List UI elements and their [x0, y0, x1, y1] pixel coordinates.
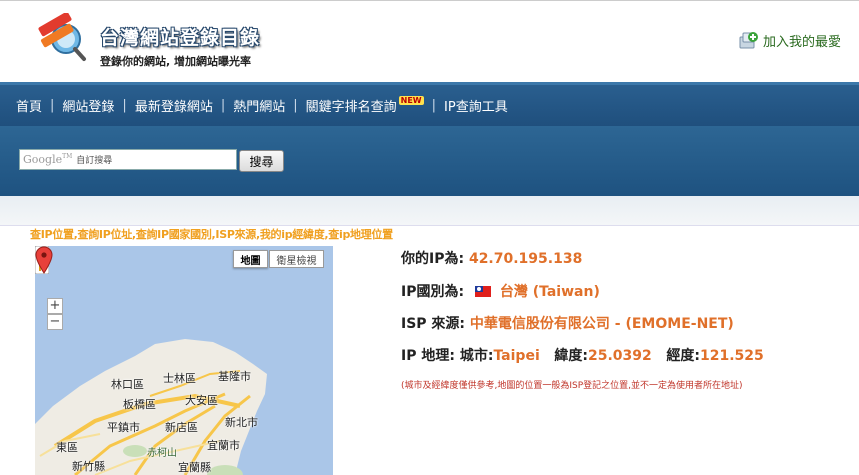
latitude-label: 緯度:	[554, 348, 588, 364]
isp-value: 中華電信股份有限公司 - (EMOME-NET)	[469, 316, 734, 332]
page-tagline: 查IP位置,查詢IP位址,查詢IP國家國別,ISP來源,我的ip經緯度,查ip地…	[30, 228, 393, 241]
nav-keyword-ranking[interactable]: 關鍵字排名查詢 NEW	[306, 96, 424, 115]
city-label: 城市:	[459, 348, 494, 364]
add-favorite-label: 加入我的最愛	[762, 34, 841, 50]
nav-separator: |	[50, 98, 55, 113]
map-label: 宜蘭縣	[178, 461, 211, 474]
disclaimer-note: (城市及經緯度僅供參考,地圖的位置一般為ISP登記之位置,並不一定為使用者所在地…	[401, 381, 743, 391]
taiwan-flag-icon	[474, 286, 491, 297]
nav-separator: |	[431, 98, 437, 113]
city-value: Taipei	[493, 348, 540, 364]
zoom-out-button[interactable]: −	[47, 314, 63, 330]
search-button[interactable]: 搜尋	[239, 150, 284, 172]
map-label: 士林區	[163, 372, 196, 385]
location-map[interactable]: 地圖 衛星檢視 + − 林口區 士林區 基隆市 板橋區 大安區 新北市 平鎮市 …	[35, 246, 333, 475]
search-placeholder: 自訂搜尋	[76, 156, 113, 166]
ip-address-label: 你的IP為:	[401, 251, 465, 267]
map-label: 平鎮市	[107, 421, 140, 434]
site-subtitle: 登錄你的網站, 增加網站曝光率	[100, 55, 252, 68]
google-logo: GoogleTM	[23, 153, 73, 166]
map-label: 基隆市	[218, 370, 251, 383]
map-label: 新店區	[165, 421, 198, 434]
search-band: GoogleTM 自訂搜尋 搜尋	[0, 126, 859, 196]
nav-latest-sites[interactable]: 最新登錄網站	[135, 96, 213, 115]
map-label: 新北市	[225, 416, 258, 429]
map-label: 宜蘭市	[207, 439, 240, 452]
map-label: 板橋區	[123, 398, 156, 411]
satellite-view-button[interactable]: 衛星檢視	[269, 250, 324, 268]
google-search-input[interactable]: GoogleTM 自訂搜尋	[19, 149, 237, 170]
location-pin-icon[interactable]	[35, 246, 53, 274]
longitude-label: 經度:	[666, 348, 700, 364]
ip-country-label: IP國別為:	[401, 284, 465, 300]
map-label: 赤柯山	[147, 448, 177, 459]
map-view-button[interactable]: 地圖	[233, 250, 268, 268]
site-title[interactable]: 台灣網站登錄目錄	[100, 23, 260, 50]
site-header: 台灣網站登錄目錄 登錄你的網站, 增加網站曝光率 加入我的最愛	[0, 0, 859, 82]
map-label: 林口區	[111, 378, 144, 391]
map-label: 大安區	[185, 394, 218, 407]
main-nav-bar: 首頁 | 網站登錄 | 最新登錄網站 | 熱門網站 | 關鍵字排名查詢 NEW |…	[0, 82, 859, 126]
ip-country-value: 台灣 (Taiwan)	[499, 284, 600, 300]
add-favorite-icon	[739, 32, 758, 49]
map-label: 新竹縣	[72, 460, 105, 473]
new-badge: NEW	[398, 96, 424, 105]
nav-ip-lookup[interactable]: IP查詢工具	[444, 96, 508, 115]
isp-row: ISP 來源: 中華電信股份有限公司 - (EMOME-NET)	[401, 313, 734, 333]
nav-keyword-ranking-label: 關鍵字排名查詢	[305, 100, 397, 115]
nav-site-submit[interactable]: 網站登錄	[62, 96, 114, 115]
ip-address-value: 42.70.195.138	[468, 251, 583, 267]
nav-popular-sites[interactable]: 熱門網站	[233, 96, 285, 115]
latitude-value: 25.0392	[587, 348, 652, 364]
ip-country-row: IP國別為: 台灣 (Taiwan)	[401, 281, 600, 301]
gray-divider-band	[0, 196, 859, 226]
zoom-in-button[interactable]: +	[47, 298, 63, 314]
add-favorite-link[interactable]: 加入我的最愛	[737, 29, 841, 51]
seo-friendly-logo-icon[interactable]	[36, 13, 90, 63]
ip-geo-label: IP 地理:	[401, 348, 455, 364]
map-label: 東區	[56, 441, 78, 454]
nav-separator: |	[293, 98, 298, 113]
nav-separator: |	[122, 98, 127, 113]
nav-home[interactable]: 首頁	[16, 96, 42, 115]
main-nav: 首頁 | 網站登錄 | 最新登錄網站 | 熱門網站 | 關鍵字排名查詢 NEW |…	[16, 96, 508, 115]
ip-geo-row: IP 地理: 城市:Taipei 緯度:25.0392 經度:121.525	[401, 345, 764, 365]
map-land	[35, 339, 267, 475]
longitude-value: 121.525	[699, 348, 764, 364]
nav-separator: |	[220, 98, 226, 113]
isp-label: ISP 來源:	[401, 316, 466, 332]
ip-address-row: 你的IP為: 42.70.195.138	[401, 248, 582, 268]
